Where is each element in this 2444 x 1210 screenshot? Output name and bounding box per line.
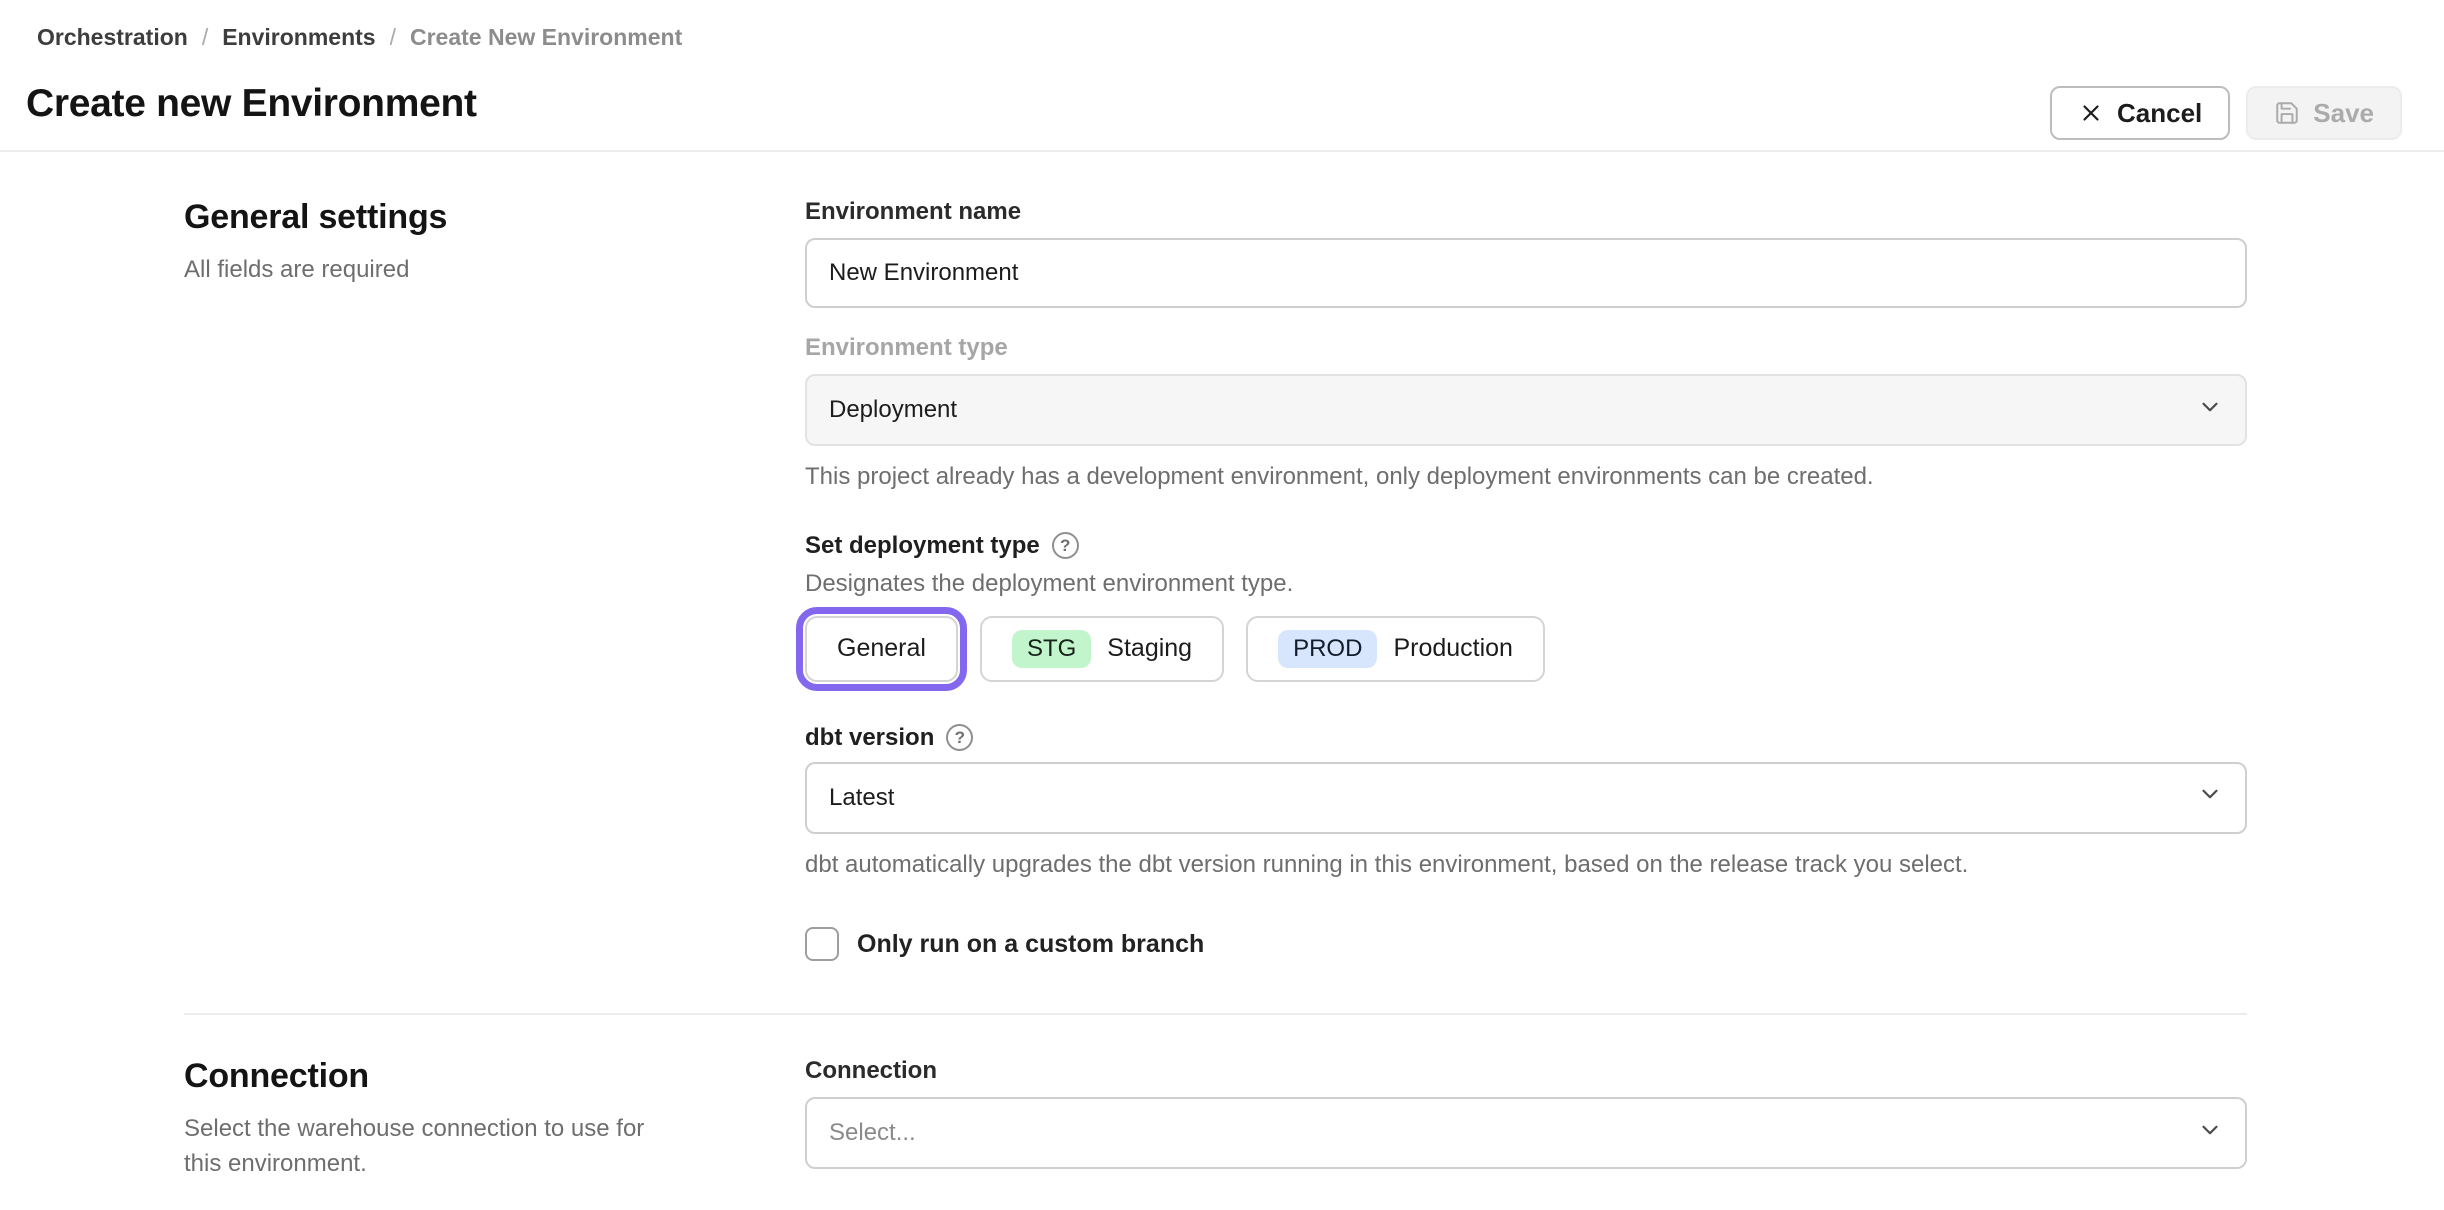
production-badge: PROD xyxy=(1278,629,1378,668)
breadcrumb-orchestration[interactable]: Orchestration xyxy=(37,24,188,51)
save-button[interactable]: Save xyxy=(2246,86,2402,140)
dbt-version-helper: dbt automatically upgrades the dbt versi… xyxy=(805,850,1969,878)
deployment-type-production-label: Production xyxy=(1393,634,1513,663)
main-content: General settings All fields are required… xyxy=(0,152,2444,1182)
dbt-version-value: Latest xyxy=(829,783,895,811)
help-icon[interactable]: ? xyxy=(1051,532,1079,560)
deployment-type-production-button[interactable]: PROD Production xyxy=(1246,615,1545,682)
connection-select[interactable]: Select... xyxy=(805,1097,2247,1170)
custom-branch-row: Only run on a custom branch xyxy=(805,927,2247,962)
environment-type-select: Deployment xyxy=(805,374,2247,446)
connection-title: Connection xyxy=(184,1057,369,1096)
environment-name-input[interactable] xyxy=(805,238,2247,308)
environment-name-label: Environment name xyxy=(805,198,1022,225)
connection-header: Connection Select the warehouse connecti… xyxy=(184,1057,805,1182)
dbt-version-group: dbt version ? Latest dbt automatically u… xyxy=(805,724,2247,882)
header-actions: Cancel Save xyxy=(2050,86,2402,140)
environment-type-group: Environment type Deployment This project… xyxy=(805,334,2247,494)
breadcrumb-current: Create New Environment xyxy=(409,24,683,50)
deployment-type-staging-label: Staging xyxy=(1107,634,1193,663)
chevron-down-icon xyxy=(2197,781,2223,814)
cancel-button[interactable]: Cancel xyxy=(2050,86,2231,140)
general-settings-header: General settings All fields are required xyxy=(184,198,805,961)
deployment-type-group: Set deployment type ? Designates the dep… xyxy=(796,531,2247,691)
close-icon xyxy=(2078,100,2104,126)
chevron-down-icon xyxy=(2197,1117,2223,1150)
environment-type-helper: This project already has a development e… xyxy=(805,463,1874,490)
dbt-version-label: dbt version xyxy=(805,723,935,751)
dbt-version-select[interactable]: Latest xyxy=(805,761,2247,834)
breadcrumb: Orchestration / Environments / Create Ne… xyxy=(37,24,682,51)
deployment-type-label: Set deployment type xyxy=(805,531,1040,559)
deployment-type-general-label: General xyxy=(837,634,926,663)
deployment-type-general-button[interactable]: General xyxy=(796,606,967,691)
environment-name-group: Environment name xyxy=(805,198,2247,308)
cancel-button-label: Cancel xyxy=(2117,97,2203,128)
staging-badge: STG xyxy=(1011,629,1092,668)
breadcrumb-environments[interactable]: Environments xyxy=(222,24,375,51)
section-divider xyxy=(184,1013,2247,1016)
chevron-down-icon xyxy=(2197,394,2223,427)
deployment-type-helper: Designates the deployment environment ty… xyxy=(805,569,1294,597)
page-title: Create new Environment xyxy=(26,82,477,125)
breadcrumb-separator: / xyxy=(201,24,209,50)
custom-branch-label: Only run on a custom branch xyxy=(857,929,1205,958)
save-button-label: Save xyxy=(2313,97,2374,128)
general-settings-fields: Environment name Environment type Deploy… xyxy=(796,198,2247,962)
connection-fields: Connection Select... xyxy=(805,1057,2247,1182)
save-icon xyxy=(2274,100,2300,126)
general-settings-title: General settings xyxy=(184,198,448,236)
deployment-type-options: General STG Staging PROD Production xyxy=(796,606,2247,691)
environment-type-value: Deployment xyxy=(829,396,958,423)
connection-description: Select the warehouse connection to use f… xyxy=(184,1115,645,1177)
environment-type-label: Environment type xyxy=(805,334,1008,361)
connection-field-group: Connection Select... xyxy=(805,1057,2247,1170)
custom-branch-checkbox[interactable] xyxy=(805,927,839,962)
help-icon[interactable]: ? xyxy=(946,724,974,752)
page-header: Orchestration / Environments / Create Ne… xyxy=(0,0,2444,152)
connection-placeholder: Select... xyxy=(829,1119,916,1147)
general-settings-subtitle: All fields are required xyxy=(184,256,410,283)
breadcrumb-separator: / xyxy=(389,24,396,50)
deployment-type-staging-button[interactable]: STG Staging xyxy=(979,615,1225,682)
connection-field-label: Connection xyxy=(805,1057,937,1085)
